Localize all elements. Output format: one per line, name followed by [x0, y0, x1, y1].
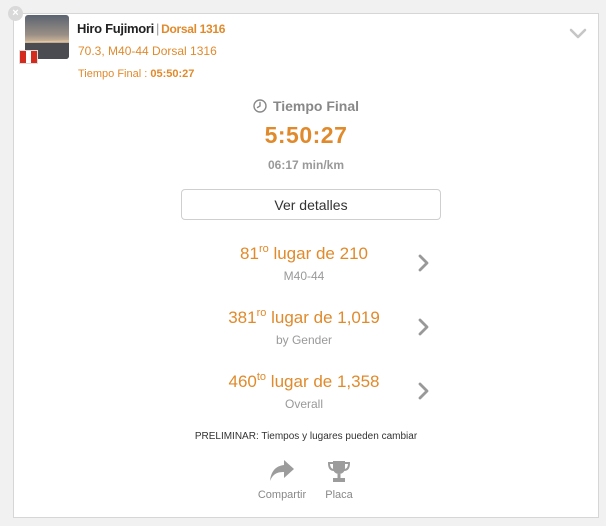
preliminary-note: PRELIMINAR: Tiempos y lugares pueden cam…: [194, 431, 418, 442]
rank-suffix: to: [256, 371, 267, 383]
plaque-label: Placa: [325, 489, 353, 501]
final-time-value: 5:50:27: [264, 122, 348, 148]
final-time-summary-label: Tiempo Final :: [78, 68, 148, 80]
ranking-row-gender[interactable]: 381ro lugar de 1,019 by Gender: [124, 307, 534, 358]
share-button[interactable]: Compartir: [252, 458, 312, 501]
trophy-icon: [327, 461, 351, 482]
chevron-down-icon[interactable]: [568, 24, 588, 44]
final-time-label: Tiempo Final: [272, 98, 360, 114]
flag-icon: [19, 50, 38, 64]
view-details-button[interactable]: Ver detalles: [181, 189, 441, 220]
rank-text: lugar de 1,358: [270, 372, 380, 391]
athlete-info: 70.3, M40-44 Dorsal 1316: [78, 44, 217, 58]
athlete-result-card: Hiro Fujimori | Dorsal 1316 70.3, M40-44 D…: [13, 13, 599, 518]
ranking-row-division[interactable]: 81ro lugar de 210 M40-44: [124, 243, 534, 294]
rank-suffix: ro: [258, 243, 269, 255]
rank-position: 460: [228, 372, 257, 391]
share-icon: [270, 460, 294, 481]
ranking-row-overall[interactable]: 460to lugar de 1,358 Overall: [124, 371, 534, 422]
rank-position: 381: [228, 308, 257, 327]
rank-text: lugar de 210: [273, 244, 368, 263]
final-time-summary: Tiempo Final : 05:50:27: [78, 68, 194, 80]
pace-value: 06:17 min/km: [267, 158, 345, 172]
athlete-name-line: Hiro Fujimori | Dorsal 1316: [77, 21, 225, 36]
final-time-heading: Tiempo Final: [14, 98, 598, 114]
chevron-right-icon[interactable]: [417, 382, 431, 400]
clock-icon: [253, 99, 267, 113]
athlete-name[interactable]: Hiro Fujimori: [77, 21, 154, 36]
share-label: Compartir: [257, 489, 307, 501]
plaque-button[interactable]: Placa: [309, 458, 369, 501]
rank-text: lugar de 1,019: [271, 308, 380, 327]
chevron-right-icon[interactable]: [417, 318, 431, 336]
bib-number: Dorsal 1316: [161, 22, 226, 36]
final-time-summary-value: 05:50:27: [150, 68, 195, 80]
close-icon[interactable]: ×: [8, 6, 23, 21]
chevron-right-icon[interactable]: [417, 254, 431, 272]
rank-position: 81: [240, 244, 259, 263]
rank-suffix: ro: [256, 307, 267, 319]
